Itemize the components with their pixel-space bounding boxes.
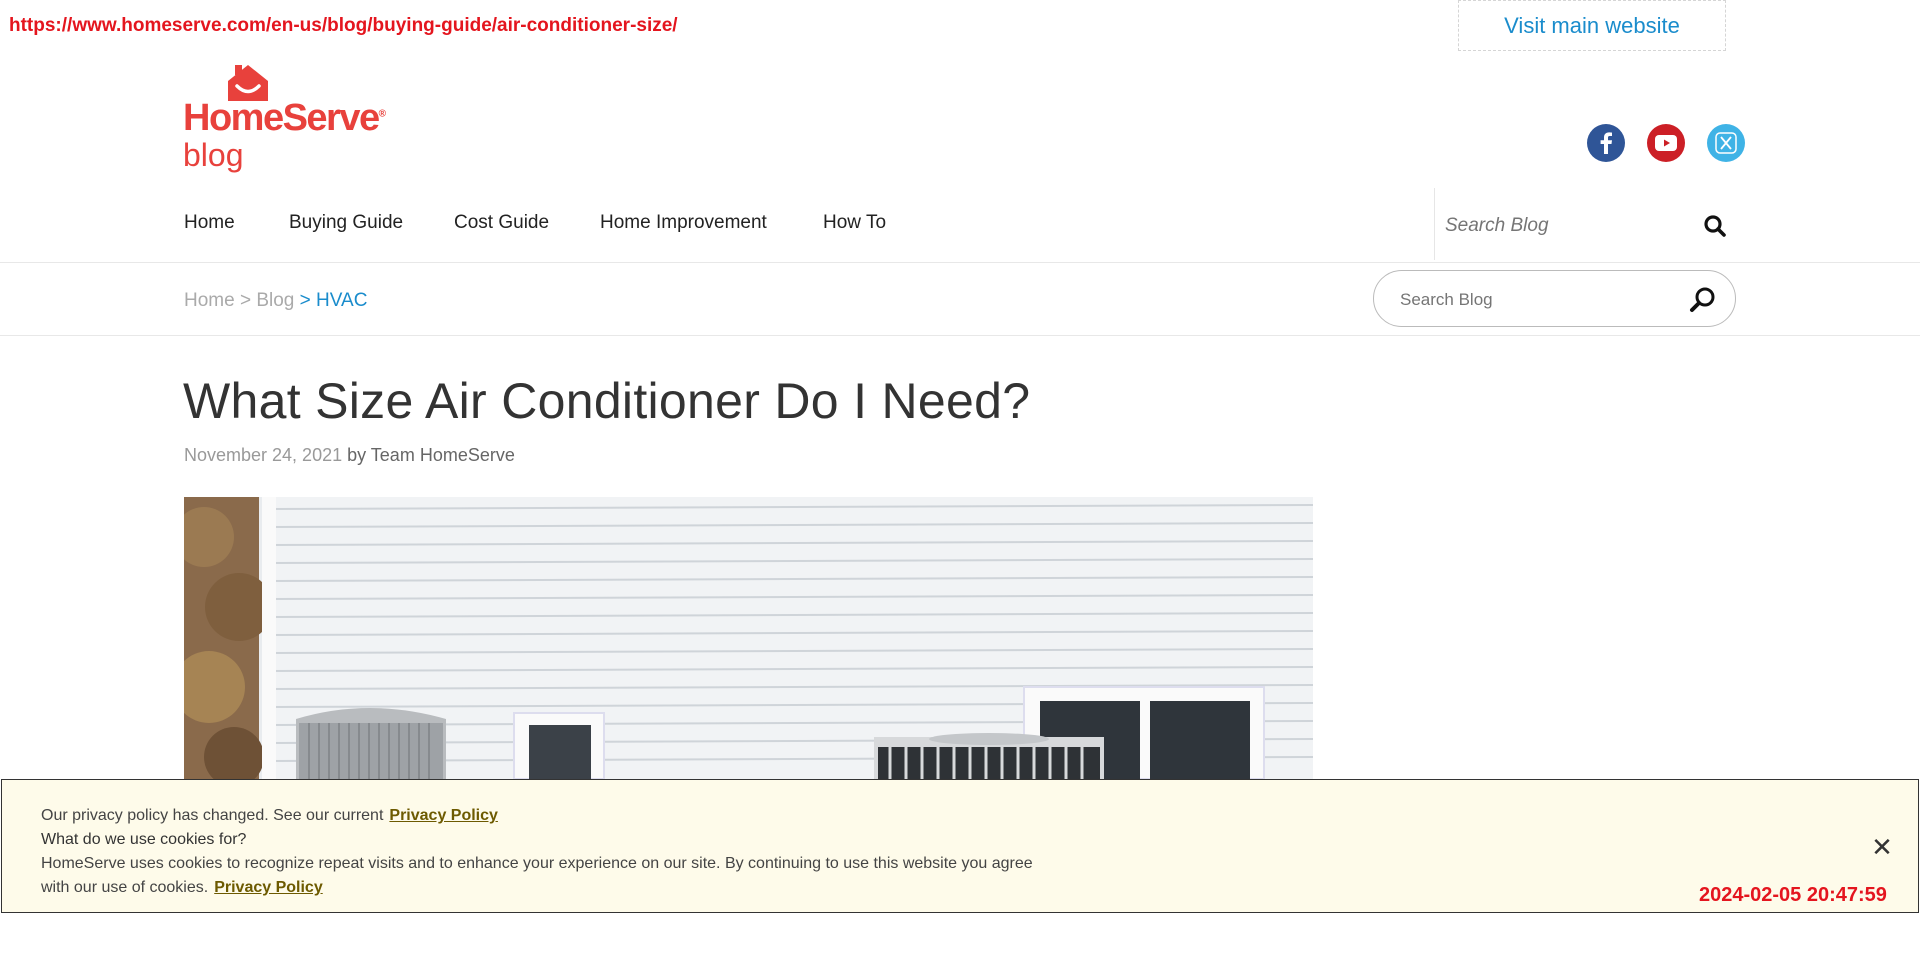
breadcrumb-separator: >: [294, 290, 317, 311]
article-meta: November 24, 2021 by Team HomeServe: [184, 445, 515, 466]
nav-search: [1434, 188, 1735, 260]
article-author: by Team HomeServe: [342, 445, 515, 465]
hero-image: [184, 497, 1313, 779]
sidebar-search: [1373, 270, 1736, 327]
breadcrumb-hvac[interactable]: HVAC: [316, 290, 367, 311]
breadcrumb-home[interactable]: Home: [184, 290, 235, 311]
sidebar-search-input[interactable]: [1398, 287, 1682, 313]
timestamp-stamp: 2024-02-05 20:47:59: [1699, 884, 1887, 906]
privacy-policy-link[interactable]: Privacy Policy: [214, 879, 323, 896]
search-icon: [1690, 287, 1715, 312]
breadcrumb-separator: >: [234, 290, 257, 311]
cookie-policy-text: Our privacy policy has changed. See our …: [41, 807, 384, 824]
facebook-link[interactable]: [1587, 124, 1625, 162]
article-title: What Size Air Conditioner Do I Need?: [183, 373, 1031, 429]
nav-item-home-improvement[interactable]: Home Improvement: [600, 212, 767, 234]
youtube-link[interactable]: [1647, 124, 1685, 162]
nav-item-cost-guide[interactable]: Cost Guide: [454, 212, 549, 234]
youtube-icon: [1655, 135, 1677, 151]
x-twitter-link[interactable]: [1707, 124, 1745, 162]
facebook-icon: [1600, 132, 1612, 154]
url-stamp: https://www.homeserve.com/en-us/blog/buy…: [9, 15, 678, 36]
nav-search-button[interactable]: [1703, 214, 1727, 238]
logo-sub: blog: [183, 137, 244, 173]
cookie-banner: Our privacy policy has changed. See our …: [1, 779, 1919, 913]
nav-search-input[interactable]: [1443, 212, 1697, 240]
breadcrumb: Home > Blog > HVAC: [184, 290, 367, 312]
cookie-body-text: with our use of cookies.: [41, 879, 209, 896]
logo-wordmark: HomeServe®: [183, 97, 386, 139]
cookie-heading: What do we use cookies for?: [41, 831, 247, 848]
nav-item-how-to[interactable]: How To: [823, 212, 886, 234]
close-icon[interactable]: ✕: [1871, 834, 1893, 860]
breadcrumb-blog[interactable]: Blog: [256, 290, 294, 311]
privacy-policy-link[interactable]: Privacy Policy: [389, 807, 498, 824]
article-date: November 24, 2021: [184, 445, 343, 465]
cookie-policy-line: Our privacy policy has changed. See our …: [41, 807, 498, 825]
cookie-body-end: with our use of cookies. Privacy Policy: [41, 879, 323, 897]
sidebar-search-button[interactable]: [1688, 285, 1718, 315]
visit-main-website-link[interactable]: Visit main website: [1458, 0, 1726, 51]
search-icon: [1704, 215, 1726, 237]
homeserve-blog-logo[interactable]: HomeServe® blog: [183, 63, 386, 178]
cookie-body: HomeServe uses cookies to recognize repe…: [41, 855, 1033, 872]
nav-item-home[interactable]: Home: [184, 212, 235, 234]
x-twitter-icon: [1715, 132, 1737, 154]
house-smile-icon: [228, 65, 268, 101]
nav-item-buying-guide[interactable]: Buying Guide: [289, 212, 403, 234]
